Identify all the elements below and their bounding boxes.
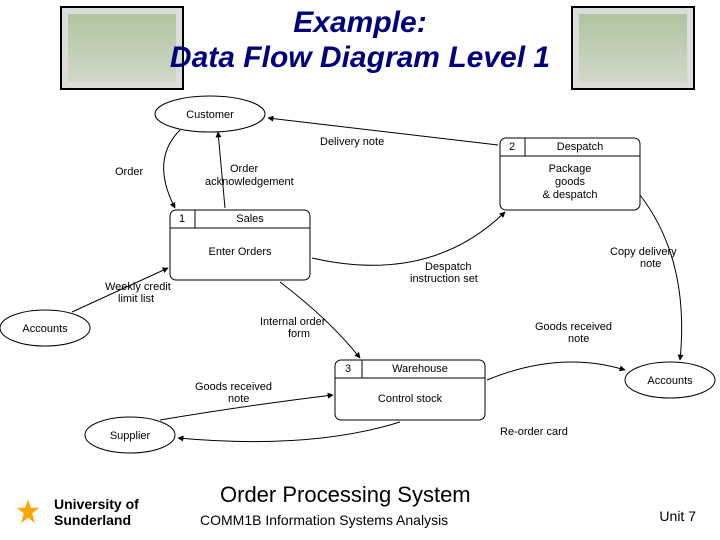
process-1-dept: Sales — [236, 213, 264, 225]
flow-copy-delivery-l1: Copy delivery — [610, 246, 677, 258]
process-1: 1 Sales Enter Orders — [170, 210, 310, 280]
entity-customer-label: Customer — [186, 109, 234, 121]
flow-order-label: Order — [115, 166, 143, 178]
flow-copy-delivery — [640, 195, 682, 360]
entity-accounts-left-label: Accounts — [22, 323, 68, 335]
flow-goods-recv-right-l2: note — [568, 333, 589, 345]
flow-weekly-credit-l1: Weekly credit — [105, 281, 171, 293]
process-1-name: Enter Orders — [209, 246, 272, 258]
flow-order-ack-label-l2: acknowledgement — [205, 176, 294, 188]
flow-copy-delivery-l2: note — [640, 258, 661, 270]
entity-accounts-right-label: Accounts — [647, 375, 693, 387]
process-2-name-l3: & despatch — [542, 189, 597, 201]
flow-reorder-label: Re-order card — [500, 426, 568, 438]
flow-despatch-instr-l2: instruction set — [410, 273, 478, 285]
process-3-number: 3 — [345, 363, 351, 375]
process-2-name-l1: Package — [549, 163, 592, 175]
process-2-name-l2: goods — [555, 176, 585, 188]
process-2: 2 Despatch Package goods & despatch — [500, 138, 640, 210]
entity-supplier-label: Supplier — [110, 430, 151, 442]
flow-goods-recv-right — [487, 362, 625, 380]
footer: University of Sunderland Order Processin… — [0, 474, 720, 540]
flow-weekly-credit-l2: limit list — [118, 293, 154, 305]
process-2-dept: Despatch — [557, 141, 603, 153]
process-3: 3 Warehouse Control stock — [335, 360, 485, 420]
unit-label: Unit 7 — [659, 508, 696, 524]
flow-order — [164, 130, 180, 208]
process-1-number: 1 — [179, 213, 185, 225]
title-line-1: Example: — [293, 6, 426, 39]
flow-order-ack-label-l1: Order — [230, 163, 258, 175]
flow-order-ack — [218, 132, 225, 208]
flow-reorder — [178, 422, 400, 442]
university-name-l2: Sunderland — [54, 512, 131, 528]
flow-despatch-instr-l1: Despatch — [425, 261, 471, 273]
slide: Example: Data Flow Diagram Level 1 Custo… — [0, 0, 720, 540]
footer-subtitle: COMM1B Information Systems Analysis — [200, 512, 448, 528]
process-3-dept: Warehouse — [392, 363, 448, 375]
flow-goods-recv-right-l1: Goods received — [535, 321, 612, 333]
slide-title: Example: Data Flow Diagram Level 1 — [0, 6, 720, 75]
title-line-2: Data Flow Diagram Level 1 — [170, 41, 550, 74]
flow-goods-recv-left-l1: Goods received — [195, 381, 272, 393]
flow-despatch-instr — [312, 212, 505, 265]
dfd-diagram: Customer Accounts Accounts Supplier 1 Sa… — [0, 90, 720, 460]
process-3-name: Control stock — [378, 393, 443, 405]
flow-delivery-note-label: Delivery note — [320, 136, 384, 148]
flow-internal-order-l2: form — [288, 328, 310, 340]
flow-internal-order-l1: Internal order — [260, 316, 326, 328]
flow-goods-recv-left-l2: note — [228, 393, 249, 405]
university-name-l1: University of — [54, 496, 139, 512]
footer-title: Order Processing System — [220, 482, 471, 508]
process-2-number: 2 — [509, 141, 515, 153]
university-logo-icon — [14, 498, 42, 526]
university-name: University of Sunderland — [54, 496, 139, 528]
